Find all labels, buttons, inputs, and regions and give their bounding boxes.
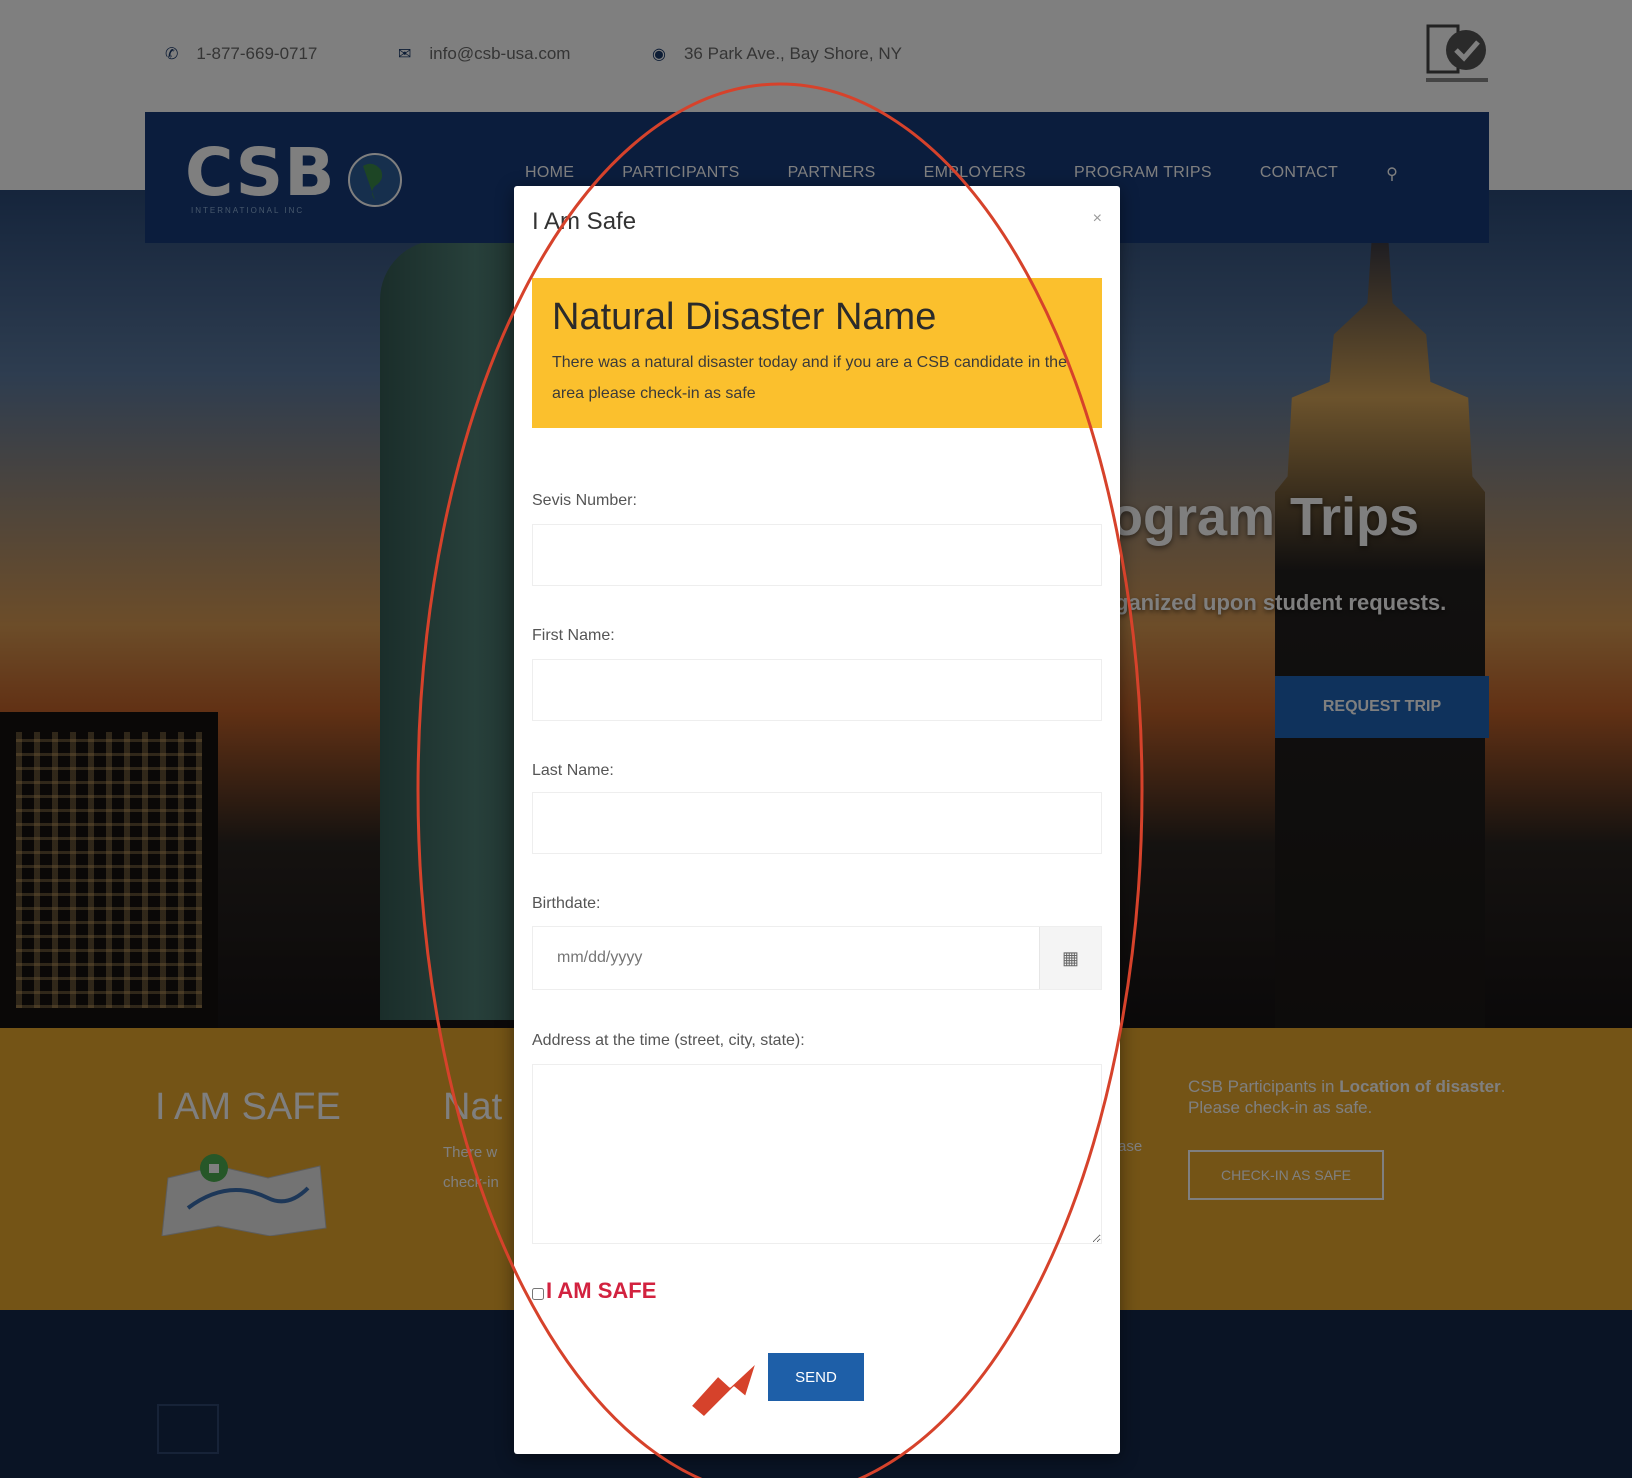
disaster-alert: Natural Disaster Name There was a natura… (532, 278, 1102, 428)
last-name-input[interactable] (532, 792, 1102, 854)
sevis-number-label: Sevis Number: (532, 492, 637, 509)
birthdate-input[interactable] (533, 927, 1039, 989)
i-am-safe-modal: I Am Safe × Natural Disaster Name There … (514, 186, 1120, 1454)
first-name-input[interactable] (532, 659, 1102, 721)
calendar-icon[interactable]: ▦ (1039, 927, 1101, 989)
i-am-safe-checkbox-row[interactable]: I AM SAFE (532, 1278, 656, 1304)
alert-title: Natural Disaster Name (552, 296, 937, 338)
address-textarea[interactable] (532, 1064, 1102, 1244)
i-am-safe-checkbox[interactable] (532, 1288, 544, 1300)
address-label: Address at the time (street, city, state… (532, 1032, 805, 1049)
last-name-label: Last Name: (532, 762, 614, 779)
alert-text: There was a natural disaster today and i… (552, 354, 1067, 402)
close-icon[interactable]: × (1093, 210, 1102, 228)
birthdate-label: Birthdate: (532, 895, 601, 912)
sevis-number-input[interactable] (532, 524, 1102, 586)
i-am-safe-checkbox-label: I AM SAFE (546, 1278, 657, 1303)
first-name-label: First Name: (532, 627, 615, 644)
send-button[interactable]: SEND (768, 1353, 864, 1401)
birthdate-field: ▦ (532, 926, 1102, 990)
modal-title: I Am Safe (532, 208, 637, 235)
